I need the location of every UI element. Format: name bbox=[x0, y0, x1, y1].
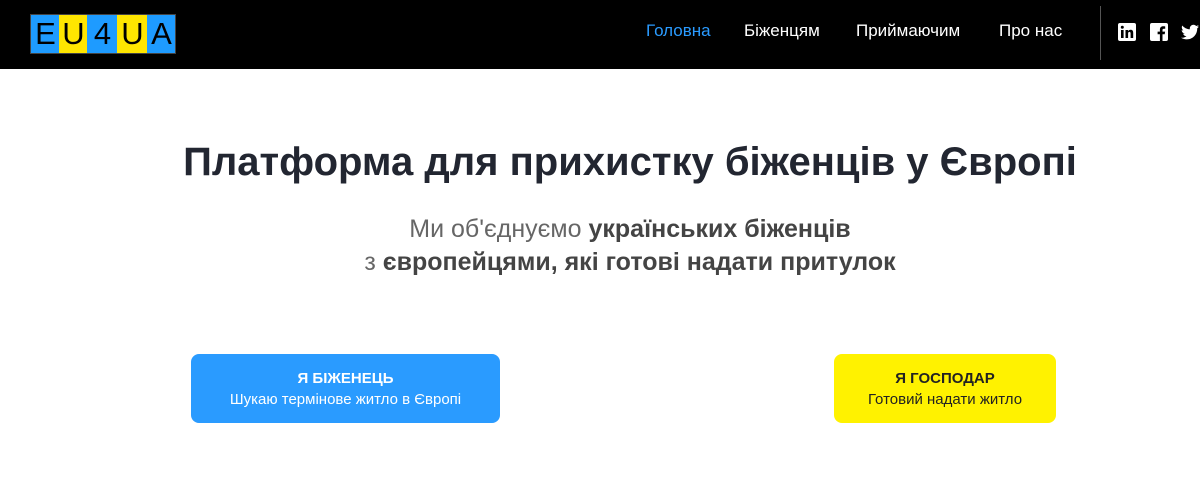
refugee-button-title: Я БІЖЕНЕЦЬ bbox=[297, 369, 394, 387]
subtitle-plain-text: з bbox=[364, 248, 376, 276]
hero-subtitle-line-2: з європейцями, які готові надати притуло… bbox=[0, 246, 1200, 279]
nav-item-hosts[interactable]: Приймаючим bbox=[856, 21, 960, 41]
subtitle-bold-text: європейцями, які готові надати притулок bbox=[382, 248, 896, 276]
logo-letter: 4 bbox=[87, 15, 117, 53]
twitter-icon[interactable] bbox=[1180, 23, 1200, 41]
refugee-button-subtitle: Шукаю термінове житло в Європі bbox=[229, 390, 462, 408]
host-button-title: Я ГОСПОДАР bbox=[895, 369, 995, 387]
refugee-button[interactable]: Я БІЖЕНЕЦЬ Шукаю термінове житло в Європ… bbox=[191, 354, 500, 423]
logo-letter: A bbox=[147, 15, 175, 53]
subtitle-bold-text: українських біженців bbox=[588, 215, 851, 243]
hero-subtitle: Ми об'єднуємо українських біженців з євр… bbox=[0, 213, 1200, 279]
subtitle-plain-text: Ми об'єднуємо bbox=[409, 215, 582, 243]
eu4ua-logo[interactable]: E U 4 U A bbox=[30, 14, 176, 54]
host-button[interactable]: Я ГОСПОДАР Готовий надати житло bbox=[834, 354, 1056, 423]
page-title: Платформа для прихистку біженців у Європ… bbox=[183, 140, 1077, 184]
nav-divider bbox=[1100, 6, 1101, 60]
nav-item-about[interactable]: Про нас bbox=[999, 21, 1062, 41]
logo-letter: E bbox=[31, 15, 59, 53]
nav-item-home[interactable]: Головна bbox=[646, 21, 711, 41]
facebook-icon[interactable] bbox=[1150, 23, 1170, 41]
logo-letter: U bbox=[117, 15, 147, 53]
hero-subtitle-line-1: Ми об'єднуємо українських біженців bbox=[0, 213, 1200, 246]
top-navigation-bar: E U 4 U A Головна Біженцям Приймаючим Пр… bbox=[0, 0, 1200, 69]
nav-item-refugees[interactable]: Біженцям bbox=[744, 21, 820, 41]
host-button-subtitle: Готовий надати житло bbox=[867, 390, 1023, 408]
logo-letter: U bbox=[59, 15, 87, 53]
linkedin-icon[interactable] bbox=[1118, 23, 1138, 41]
